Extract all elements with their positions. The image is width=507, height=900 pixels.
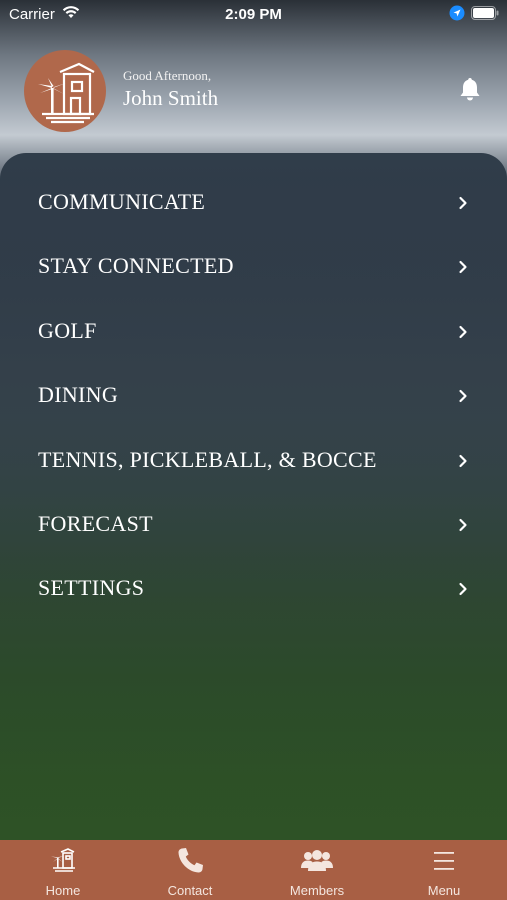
menu-item-label: GOLF — [38, 318, 97, 343]
menu-item-forecast[interactable]: FORECAST — [0, 503, 507, 547]
tab-label: Home — [45, 883, 81, 898]
tab-label: Contact — [167, 883, 213, 898]
bell-icon[interactable] — [457, 76, 483, 107]
clock-time: 2:09 PM — [225, 6, 282, 23]
menu-item-golf[interactable]: GOLF — [0, 310, 507, 354]
battery-icon — [471, 6, 499, 24]
menu-item-communicate[interactable]: COMMUNICATE — [0, 181, 507, 225]
menu-item-label: SETTINGS — [38, 575, 145, 600]
tab-home[interactable]: Home — [0, 840, 126, 900]
tab-members[interactable]: Members — [254, 840, 380, 900]
greeting-text: Good Afternoon, — [123, 68, 212, 83]
tab-label: Members — [289, 883, 345, 898]
main-menu-panel: COMMUNICATE STAY CONNECTED GOLF DINING T… — [0, 153, 507, 843]
tab-menu[interactable]: Menu — [381, 840, 507, 900]
chevron-right-icon — [458, 518, 468, 537]
chevron-right-icon — [458, 325, 468, 344]
chevron-right-icon — [458, 196, 468, 215]
chevron-right-icon — [458, 454, 468, 473]
tab-label: Menu — [427, 883, 461, 898]
menu-item-label: COMMUNICATE — [38, 189, 206, 214]
phone-icon — [127, 846, 253, 881]
menu-item-label: STAY CONNECTED — [38, 253, 234, 278]
menu-item-label: TENNIS, PICKLEBALL, & BOCCE — [38, 447, 377, 472]
bottom-tab-bar: Home Contact Members Menu — [0, 840, 507, 900]
hamburger-icon — [381, 846, 507, 881]
chevron-right-icon — [458, 582, 468, 601]
club-logo-icon — [24, 50, 106, 132]
menu-item-label: DINING — [38, 382, 119, 407]
members-icon — [254, 846, 380, 881]
menu-item-stay-connected[interactable]: STAY CONNECTED — [0, 245, 507, 289]
tab-contact[interactable]: Contact — [127, 840, 253, 900]
location-arrow-icon — [449, 5, 465, 25]
menu-item-label: FORECAST — [38, 511, 153, 536]
menu-item-tennis-pickleball-bocce[interactable]: TENNIS, PICKLEBALL, & BOCCE — [0, 439, 507, 483]
chevron-right-icon — [458, 260, 468, 279]
chevron-right-icon — [458, 389, 468, 408]
menu-item-settings[interactable]: SETTINGS — [0, 567, 507, 611]
header: Good Afternoon, John Smith — [0, 48, 507, 132]
home-logo-icon — [0, 846, 126, 881]
menu-item-dining[interactable]: DINING — [0, 374, 507, 418]
user-name: John Smith — [123, 86, 219, 110]
status-bar: Carrier 2:09 PM — [0, 0, 507, 28]
